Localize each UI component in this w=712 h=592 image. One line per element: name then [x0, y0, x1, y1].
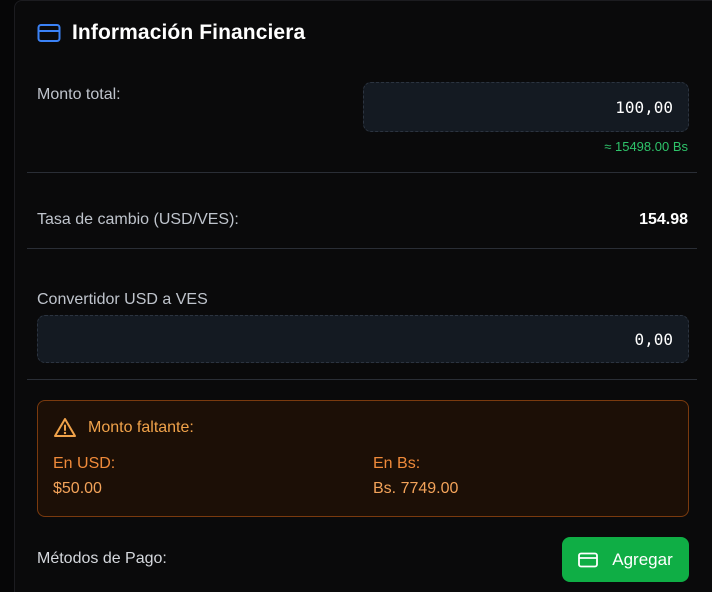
missing-amount-alert: Monto faltante: En USD: $50.00 En Bs: Bs…	[37, 400, 689, 517]
section-header: Información Financiera	[37, 21, 305, 45]
total-label: Monto total:	[37, 86, 121, 103]
add-payment-label: Agregar	[612, 549, 673, 569]
bs-value: Bs. 7749.00	[373, 480, 459, 497]
rate-value: 154.98	[639, 211, 688, 228]
alert-title: Monto faltante:	[88, 419, 194, 436]
credit-card-icon	[37, 24, 61, 42]
rate-label: Tasa de cambio (USD/VES):	[37, 211, 239, 228]
usd-value: $50.00	[53, 480, 102, 497]
divider	[27, 248, 697, 249]
bs-label: En Bs:	[373, 455, 421, 472]
total-converted-text: ≈ 15498.00 Bs	[604, 139, 688, 154]
alert-header: Monto faltante:	[53, 416, 194, 440]
divider	[27, 172, 697, 173]
payment-methods-label: Métodos de Pago:	[37, 550, 167, 567]
usd-label: En USD:	[53, 455, 116, 472]
converter-input[interactable]: 0,00	[37, 315, 689, 363]
credit-card-icon	[578, 552, 599, 567]
total-amount-value: 100,00	[615, 97, 673, 117]
financial-info-panel: Información Financiera Monto total: 100,…	[14, 0, 712, 592]
total-amount-input[interactable]: 100,00	[363, 82, 689, 132]
divider	[27, 379, 697, 380]
add-payment-button[interactable]: Agregar	[562, 537, 689, 582]
warning-triangle-icon	[54, 418, 76, 437]
converter-label: Convertidor USD a VES	[37, 291, 208, 308]
converter-value: 0,00	[634, 329, 673, 349]
section-title: Información Financiera	[72, 21, 306, 44]
